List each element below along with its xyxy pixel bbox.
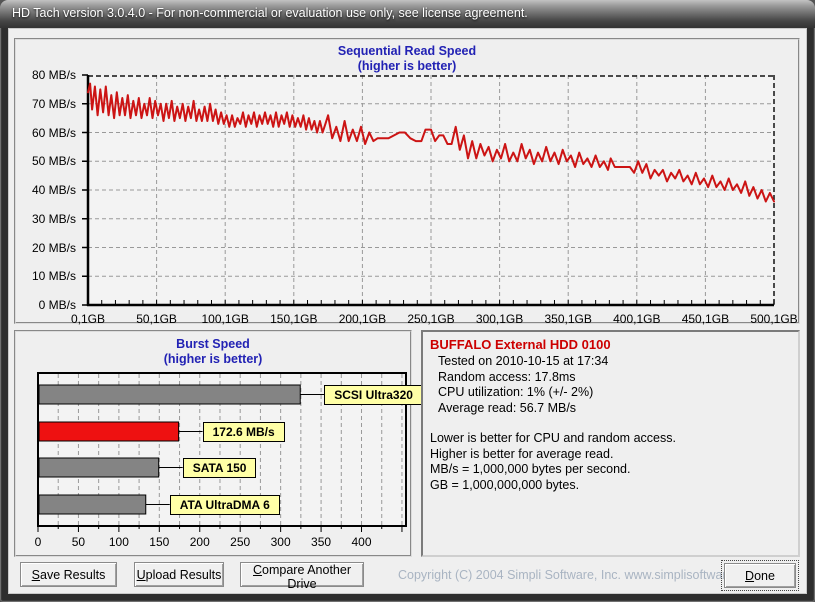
y-axis-tick-label: 20 MB/s	[20, 241, 76, 255]
x-axis-tick-label: 200,1GB	[339, 312, 386, 326]
burst-x-tick-label: 150	[149, 535, 169, 549]
burst-x-tick-label: 100	[109, 535, 129, 549]
x-axis-tick-label: 0,1GB	[71, 312, 105, 326]
y-axis-tick-label: 30 MB/s	[20, 212, 76, 226]
save-results-button[interactable]: Save Results	[20, 562, 117, 587]
burst-x-tick-label: 50	[72, 535, 85, 549]
burst-chart-title: Burst Speed	[16, 337, 410, 351]
x-axis-tick-label: 450,1GB	[682, 312, 729, 326]
sequential-read-chart	[80, 75, 782, 315]
y-axis-tick-label: 40 MB/s	[20, 183, 76, 197]
drive-note-line: Higher is better for average read.	[430, 447, 791, 463]
burst-x-tick-label: 0	[35, 535, 42, 549]
burst-x-tick-label: 350	[311, 535, 331, 549]
info-spacer	[430, 416, 791, 431]
window-title: HD Tach version 3.0.4.0 - For non-commer…	[12, 6, 528, 20]
burst-bar-label: SCSI Ultra320	[324, 385, 423, 405]
compare-another-drive-button[interactable]: Compare Another Drive	[240, 562, 364, 587]
drive-info-panel: BUFFALO External HDD 0100 Tested on 2010…	[421, 330, 800, 557]
window-content: Sequential Read Speed (higher is better)…	[8, 28, 807, 594]
x-axis-tick-label: 150,1GB	[270, 312, 317, 326]
y-axis-tick-label: 80 MB/s	[20, 68, 76, 82]
title-bar[interactable]: HD Tach version 3.0.4.0 - For non-commer…	[0, 0, 815, 28]
burst-bar-label: SATA 150	[183, 458, 257, 478]
y-axis-tick-label: 50 MB/s	[20, 154, 76, 168]
drive-stat-line: Average read: 56.7 MB/s	[430, 401, 791, 417]
drive-stat-line: CPU utilization: 1% (+/- 2%)	[430, 385, 791, 401]
app-window: HD Tach version 3.0.4.0 - For non-commer…	[0, 0, 815, 602]
drive-stat-line: Random access: 17.8ms	[430, 370, 791, 386]
drive-note-line: GB = 1,000,000,000 bytes.	[430, 478, 791, 494]
drive-stat-line: Tested on 2010-10-15 at 17:34	[430, 354, 791, 370]
drive-note-line: MB/s = 1,000,000 bytes per second.	[430, 462, 791, 478]
y-axis-tick-label: 10 MB/s	[20, 269, 76, 283]
upload-results-button[interactable]: Upload Results	[134, 562, 224, 587]
x-axis-tick-label: 50,1GB	[136, 312, 177, 326]
y-axis-tick-label: 0 MB/s	[20, 298, 76, 312]
y-axis-tick-label: 70 MB/s	[20, 97, 76, 111]
drive-notes: Lower is better for CPU and random acces…	[430, 431, 791, 493]
drive-stats: Tested on 2010-10-15 at 17:34Random acce…	[430, 354, 791, 416]
sequential-chart-subtitle: (higher is better)	[16, 59, 798, 73]
burst-bar-label: 172.6 MB/s	[203, 422, 285, 442]
x-axis-tick-label: 300,1GB	[476, 312, 523, 326]
burst-x-tick-label: 200	[190, 535, 210, 549]
y-axis-tick-label: 60 MB/s	[20, 126, 76, 140]
x-axis-tick-label: 350,1GB	[545, 312, 592, 326]
copyright-text: Copyright (C) 2004 Simpli Software, Inc.…	[398, 568, 761, 582]
burst-x-tick-label: 300	[271, 535, 291, 549]
x-axis-tick-label: 100,1GB	[202, 312, 249, 326]
drive-note-line: Lower is better for CPU and random acces…	[430, 431, 791, 447]
burst-x-tick-label: 400	[352, 535, 372, 549]
x-axis-tick-label: 500,1GB	[750, 312, 797, 326]
burst-chart-subtitle: (higher is better)	[16, 352, 410, 366]
burst-x-tick-label: 250	[230, 535, 250, 549]
x-axis-tick-label: 250,1GB	[407, 312, 454, 326]
burst-bar-label: ATA UltraDMA 6	[170, 495, 280, 515]
done-button[interactable]: Done	[724, 563, 796, 588]
drive-name: BUFFALO External HDD 0100	[430, 337, 791, 352]
sequential-chart-title: Sequential Read Speed	[16, 44, 798, 58]
x-axis-tick-label: 400,1GB	[613, 312, 660, 326]
